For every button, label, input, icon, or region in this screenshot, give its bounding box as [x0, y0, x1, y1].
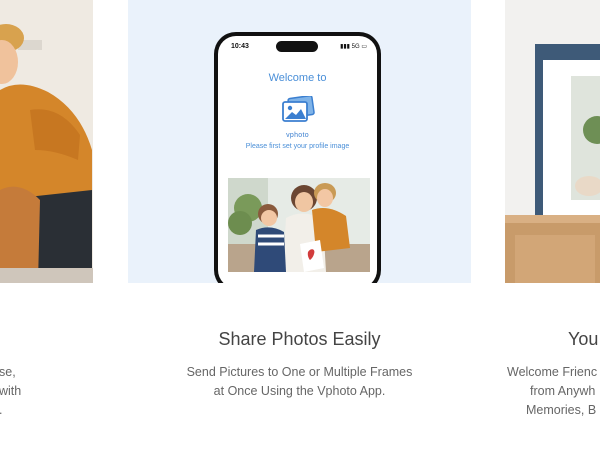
- right-feature-title: You: [568, 329, 599, 349]
- right-feature-line-3: Memories, B: [526, 403, 597, 417]
- status-time: 10:43: [231, 43, 249, 50]
- right-feature-line-2: from Anywh: [530, 384, 596, 398]
- feature-title: Share Photos Easily: [218, 329, 381, 349]
- phone-screen: 10:43 ▮▮▮ 5G ▭ Welcome to vphoto Please …: [218, 36, 377, 283]
- brand-logo: vphoto: [286, 132, 309, 139]
- right-feature-line-1: Welcome Frienc: [507, 365, 598, 379]
- left-feature-line-1: se,: [0, 365, 16, 379]
- left-feature-line-2: with: [0, 384, 22, 398]
- right-feature-image: [505, 0, 600, 283]
- family-photo: [228, 178, 370, 272]
- center-feature-image: 10:43 ▮▮▮ 5G ▭ Welcome to vphoto Please …: [128, 0, 471, 283]
- status-indicators: ▮▮▮ 5G ▭: [340, 43, 367, 50]
- left-feature-line-3: .: [0, 403, 2, 417]
- signal-icon: ▮▮▮: [340, 44, 350, 50]
- photo-icon: [281, 94, 315, 124]
- feature-description-line-1: Send Pictures to One or Multiple Frames: [186, 365, 413, 379]
- welcome-text: Welcome to: [268, 72, 327, 84]
- phone-notch: [276, 41, 318, 52]
- network-label: 5G: [351, 44, 360, 50]
- child-photo: [0, 0, 93, 283]
- left-feature-image: [0, 0, 93, 283]
- feature-description-line-2: at Once Using the Vphoto App.: [213, 384, 386, 398]
- photo-frame-image: [505, 0, 600, 283]
- profile-image-prompt: Please first set your profile image: [245, 143, 350, 150]
- phone-mockup: 10:43 ▮▮▮ 5G ▭ Welcome to vphoto Please …: [214, 32, 381, 283]
- battery-icon: ▭: [361, 44, 367, 50]
